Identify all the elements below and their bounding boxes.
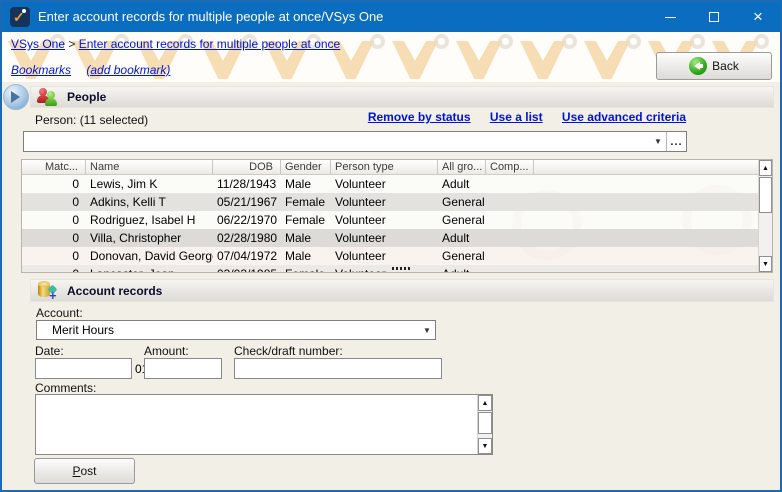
people-section-title: People bbox=[67, 90, 106, 104]
person-combo-browse-button[interactable]: ... bbox=[666, 132, 686, 151]
check-number-input[interactable] bbox=[235, 359, 441, 378]
account-label: Account: bbox=[36, 306, 83, 320]
person-combo-input[interactable] bbox=[24, 132, 650, 151]
person-count-label: Person: (11 selected) bbox=[35, 113, 148, 127]
person-combobox[interactable]: ▼ ... bbox=[23, 131, 687, 152]
post-button[interactable]: Post bbox=[34, 458, 135, 484]
table-header: Matc... Name DOB Gender Person type All … bbox=[22, 160, 758, 175]
comments-scrollbar[interactable]: ▲ ▼ bbox=[477, 395, 492, 454]
breadcrumb-home-link[interactable]: VSys One bbox=[11, 37, 65, 51]
scroll-thumb[interactable] bbox=[759, 177, 772, 213]
vsys-logo-icon: ✓ bbox=[10, 7, 30, 27]
comments-box: ▲ ▼ bbox=[35, 394, 493, 455]
table-row[interactable]: 0 Rodriguez, Isabel H 06/22/1970 Female … bbox=[22, 211, 758, 229]
check-number-label: Check/draft number: bbox=[234, 344, 343, 358]
title-bar: ✓ Enter account records for multiple peo… bbox=[2, 2, 780, 32]
add-bookmark-link[interactable]: (add bookmark) bbox=[86, 63, 170, 77]
comments-textarea[interactable] bbox=[36, 395, 477, 454]
use-advanced-criteria-link[interactable]: Use advanced criteria bbox=[562, 110, 686, 124]
minimize-icon bbox=[665, 17, 676, 18]
post-button-label: Post bbox=[72, 464, 96, 478]
run-action-button[interactable] bbox=[3, 84, 29, 110]
scroll-down-button[interactable]: ▼ bbox=[759, 256, 772, 272]
column-header-comp[interactable]: Comp... bbox=[486, 160, 534, 174]
account-combobox[interactable]: Merit Hours ▼ bbox=[36, 320, 436, 340]
people-table: Matc... Name DOB Gender Person type All … bbox=[21, 159, 773, 273]
account-section-title: Account records bbox=[67, 284, 162, 298]
app-window: ✓ Enter account records for multiple peo… bbox=[0, 0, 782, 492]
main-content: People Person: (11 selected) Remove by s… bbox=[2, 82, 780, 490]
breadcrumb: VSys One > Enter account records for mul… bbox=[11, 37, 340, 51]
account-combo-dropdown-icon[interactable]: ▼ bbox=[419, 321, 435, 339]
people-links: Remove by status Use a list Use advanced… bbox=[352, 110, 686, 124]
table-row[interactable]: 0 Adkins, Kelli T 05/21/1967 Female Volu… bbox=[22, 193, 758, 211]
people-section-header: People bbox=[30, 86, 774, 108]
play-icon bbox=[11, 91, 26, 103]
minimize-button[interactable] bbox=[648, 2, 692, 32]
column-header-match[interactable]: Matc... bbox=[22, 160, 86, 174]
column-header-name[interactable]: Name bbox=[86, 160, 213, 174]
table-body: 0 Lewis, Jim K 11/28/1943 Male Volunteer… bbox=[22, 175, 758, 273]
back-button[interactable]: Back bbox=[656, 52, 772, 80]
bookmarks-link[interactable]: Bookmarks bbox=[11, 63, 71, 77]
comments-scroll-up-button[interactable]: ▲ bbox=[478, 395, 492, 411]
account-combo-value: Merit Hours bbox=[37, 323, 114, 337]
breadcrumb-separator: > bbox=[68, 37, 75, 51]
person-combo-dropdown-icon[interactable]: ▼ bbox=[650, 132, 666, 151]
back-button-label: Back bbox=[712, 59, 739, 73]
table-row-partial[interactable]: 0 Lancaster, Jean 03/03/1985 Female Volu… bbox=[22, 265, 758, 273]
date-field[interactable]: ▼ bbox=[35, 358, 132, 379]
table-row[interactable]: 0 Donovan, David George 07/04/1972 Male … bbox=[22, 247, 758, 265]
column-header-gender[interactable]: Gender bbox=[281, 160, 331, 174]
amount-label: Amount: bbox=[144, 344, 189, 358]
table-scrollbar[interactable]: ▲ ▼ bbox=[758, 160, 772, 272]
column-header-dob[interactable]: DOB bbox=[213, 160, 281, 174]
remove-by-status-link[interactable]: Remove by status bbox=[368, 110, 471, 124]
table-row[interactable]: 0 Villa, Christopher 02/28/1980 Male Vol… bbox=[22, 229, 758, 247]
column-header-all-groups[interactable]: All gro... bbox=[438, 160, 486, 174]
account-records-icon: + bbox=[37, 281, 59, 301]
comments-label: Comments: bbox=[35, 381, 96, 395]
maximize-button[interactable] bbox=[692, 2, 736, 32]
breadcrumb-current-link[interactable]: Enter account records for multiple peopl… bbox=[79, 37, 340, 51]
panel-splitter-handle[interactable] bbox=[392, 267, 410, 270]
account-section-header: + Account records bbox=[30, 279, 774, 302]
check-number-field[interactable] bbox=[234, 358, 442, 379]
column-header-person-type[interactable]: Person type bbox=[331, 160, 438, 174]
comments-scroll-down-button[interactable]: ▼ bbox=[478, 438, 492, 454]
people-icon bbox=[37, 88, 59, 106]
bookmarks-row: Bookmarks (add bookmark) bbox=[11, 63, 182, 77]
scroll-up-button[interactable]: ▲ bbox=[759, 160, 772, 176]
table-row[interactable]: 0 Lewis, Jim K 11/28/1943 Male Volunteer… bbox=[22, 175, 758, 193]
use-a-list-link[interactable]: Use a list bbox=[490, 110, 543, 124]
back-icon bbox=[689, 57, 707, 75]
comments-scroll-thumb[interactable] bbox=[478, 412, 492, 434]
top-band: VSys One > Enter account records for mul… bbox=[2, 32, 780, 82]
amount-field[interactable]: ▲▼ bbox=[144, 358, 222, 379]
maximize-icon bbox=[709, 12, 719, 22]
date-label: Date: bbox=[35, 344, 64, 358]
close-button[interactable]: × bbox=[736, 2, 780, 32]
window-title: Enter account records for multiple peopl… bbox=[38, 2, 383, 32]
